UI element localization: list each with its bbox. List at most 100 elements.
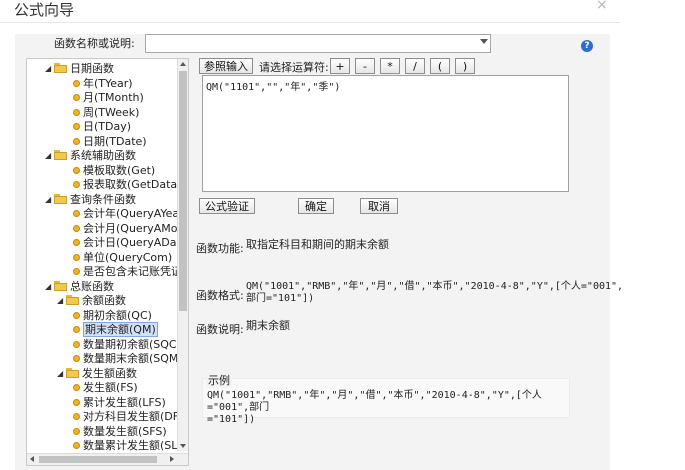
tree-item-label: 年(TYear)	[83, 76, 133, 90]
tree-item-get[interactable]: 模板取数(Get)	[71, 163, 155, 178]
function-icon	[73, 326, 80, 333]
tree-item-sqm[interactable]: 数量期末余额(SQM)	[71, 351, 177, 366]
tree-item-tdate[interactable]: 日期(TDate)	[71, 134, 147, 149]
operator-multiply-button[interactable]: *	[380, 58, 400, 74]
function-icon	[73, 166, 80, 174]
function-tree[interactable]: ◢ 日期函数 年(TYear) 月(TMonth) 周(TWeek) 日(TDay) 日期(…	[26, 58, 189, 466]
function-icon	[73, 108, 80, 116]
tree-item-label: 会计月(QueryAMonth)	[83, 221, 177, 235]
tree-item-sys[interactable]: ◢ 系统辅助函数	[45, 148, 136, 163]
tree-item-label: 是否包含未记账凭证	[83, 265, 177, 278]
tree-item-qmonth[interactable]: 会计月(QueryAMonth)	[71, 221, 177, 236]
function-icon	[73, 384, 80, 391]
operator-divide-button[interactable]: /	[405, 58, 425, 74]
scroll-right-icon[interactable]	[170, 456, 174, 462]
tree-item-tmonth[interactable]: 月(TMonth)	[71, 90, 144, 105]
function-purpose-label: 函数功能:	[196, 242, 244, 255]
folder-icon	[66, 367, 80, 378]
scroll-down-icon[interactable]	[180, 444, 186, 448]
tree-item-sqc[interactable]: 数量期初余额(SQC)	[71, 337, 177, 352]
tree-item-label: 日期(TDate)	[83, 134, 147, 148]
function-description-value: 期末余额	[246, 319, 290, 332]
expand-triangle-icon[interactable]: ◢	[45, 61, 54, 76]
reference-input-button[interactable]: 参照输入	[199, 58, 253, 74]
tree-item-tday[interactable]: 日(TDay)	[71, 119, 131, 134]
close-icon[interactable]: ×	[596, 0, 608, 13]
expand-triangle-icon[interactable]: ◢	[57, 293, 66, 308]
tree-item-label: 累计发生额(LFS)	[83, 395, 166, 409]
title-bar: 公式向导 ×	[0, 0, 620, 23]
tree-item-getdata[interactable]: 报表取数(GetData)	[71, 177, 177, 192]
function-icon	[73, 137, 80, 145]
tree-item-balance[interactable]: ◢ 余额函数	[57, 293, 126, 308]
function-icon	[73, 79, 80, 87]
scroll-up-icon[interactable]	[180, 62, 186, 66]
function-format-label: 函数格式:	[196, 289, 244, 302]
help-icon[interactable]: ?	[581, 40, 593, 52]
tree-item-qm[interactable]: 期末余额(QM)	[71, 322, 158, 337]
function-purpose-value: 取指定科目和期间的期末余额	[246, 238, 389, 251]
function-search-combobox[interactable]	[145, 34, 491, 53]
tree-item-label: 总账函数	[70, 279, 114, 293]
tree-items: ◢ 日期函数 年(TYear) 月(TMonth) 周(TWeek) 日(TDay) 日期(…	[27, 59, 177, 451]
tree-item-label: 系统辅助函数	[70, 149, 136, 162]
tree-item-sfs[interactable]: 数量发生额(SFS)	[71, 424, 167, 439]
function-icon	[73, 224, 80, 232]
expand-triangle-icon[interactable]: ◢	[45, 279, 54, 294]
function-description-label: 函数说明:	[196, 323, 244, 336]
function-icon	[73, 355, 80, 362]
tree-item-unposted[interactable]: 是否包含未记账凭证	[71, 264, 177, 279]
tree-item-dfs[interactable]: 对方科目发生额(DFS)	[71, 409, 177, 424]
tree-item-qday[interactable]: 会计日(QueryADay)	[71, 235, 177, 250]
scroll-left-icon[interactable]	[30, 456, 34, 462]
tree-item-label: 余额函数	[82, 294, 126, 307]
tree-item-tyear[interactable]: 年(TYear)	[71, 76, 133, 91]
function-icon	[73, 181, 80, 188]
validate-formula-button[interactable]: 公式验证	[199, 198, 255, 214]
tree-item-label: 期末余额(QM)	[83, 322, 158, 337]
tree-item-query[interactable]: ◢ 查询条件函数	[45, 192, 136, 207]
tree-item-tweek[interactable]: 周(TWeek)	[71, 105, 139, 120]
folder-icon	[54, 63, 68, 73]
function-format-value: QM("1001","RMB","年","月","借","本币","2010-4…	[246, 281, 623, 305]
expand-triangle-icon[interactable]: ◢	[45, 148, 54, 163]
function-icon	[73, 442, 80, 449]
function-icon	[73, 413, 80, 420]
tree-item-occur[interactable]: ◢ 发生额函数	[57, 366, 137, 381]
tree-item-label: 数量累计发生额(SLFS)	[83, 439, 177, 451]
example-line-2: ="101"])	[207, 414, 256, 425]
operator-lparen-button[interactable]: (	[430, 58, 450, 74]
expand-triangle-icon[interactable]: ◢	[57, 366, 66, 381]
function-icon	[73, 398, 80, 406]
tree-item-ledger[interactable]: ◢ 总账函数	[45, 279, 114, 294]
operator-minus-button[interactable]: -	[355, 58, 375, 74]
window-title: 公式向导	[14, 2, 75, 19]
tree-item-fs[interactable]: 发生额(FS)	[71, 380, 138, 395]
ok-button[interactable]: 确定	[298, 198, 334, 214]
function-icon	[73, 94, 80, 101]
cancel-button[interactable]: 取消	[360, 198, 398, 214]
function-icon	[73, 311, 80, 319]
tree-item-qcom[interactable]: 单位(QueryCom)	[71, 250, 172, 265]
tree-item-qc[interactable]: 期初余额(QC)	[71, 308, 152, 323]
tree-item-slfs[interactable]: 数量累计发生额(SLFS)	[71, 438, 177, 451]
scroll-thumb[interactable]	[179, 71, 187, 311]
function-icon	[73, 239, 80, 246]
tree-item-label: 查询条件函数	[70, 192, 136, 206]
tree-item-lfs[interactable]: 累计发生额(LFS)	[71, 395, 166, 410]
operator-label: 请选择运算符:	[259, 61, 329, 74]
tree-item-date[interactable]: ◢ 日期函数	[45, 61, 114, 76]
tree-horizontal-scrollbar[interactable]	[27, 453, 188, 465]
folder-icon	[66, 295, 80, 305]
search-label: 函数名称或说明:	[54, 37, 135, 50]
chevron-down-icon[interactable]	[480, 39, 488, 44]
operator-plus-button[interactable]: +	[330, 58, 350, 74]
formula-editor[interactable]: QM("1101","","年","季")	[202, 75, 569, 192]
tree-vertical-scrollbar[interactable]	[177, 59, 188, 451]
function-icon	[73, 253, 80, 261]
tree-item-qyear[interactable]: 会计年(QueryAYear)	[71, 206, 177, 221]
operator-rparen-button[interactable]: )	[455, 58, 475, 74]
expand-triangle-icon[interactable]: ◢	[45, 192, 54, 207]
scroll-thumb-horizontal[interactable]	[39, 456, 157, 463]
tree-item-label: 模板取数(Get)	[83, 163, 156, 177]
